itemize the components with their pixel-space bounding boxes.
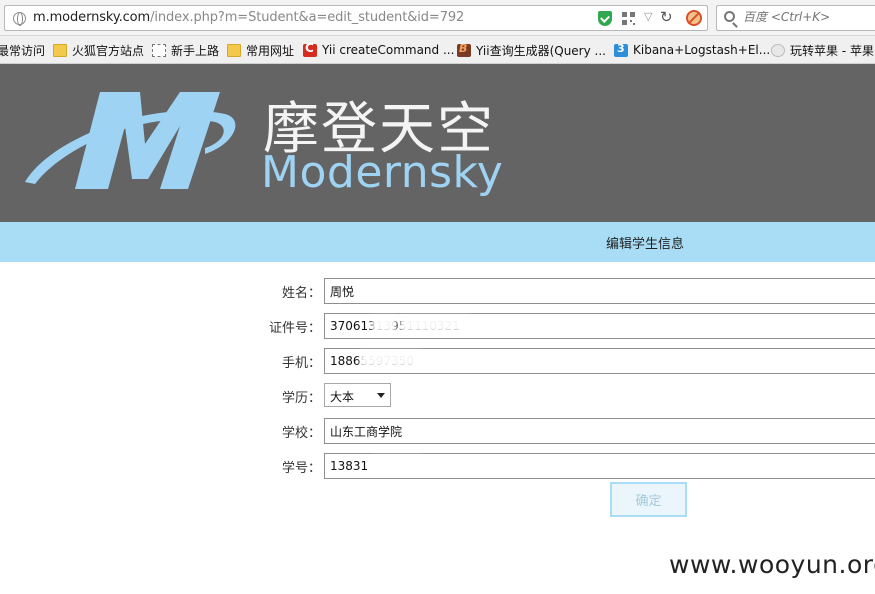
site-banner: M 摩登天空 Modernsky bbox=[0, 64, 875, 222]
education-selected-value: 大本 bbox=[330, 390, 355, 404]
yii-icon bbox=[303, 41, 317, 57]
search-input[interactable] bbox=[743, 10, 873, 24]
url-host: m.modernsky.com bbox=[33, 10, 151, 25]
bookmark-label: Yii查询生成器(Query ... bbox=[476, 43, 606, 58]
page-title: 编辑学生信息 bbox=[606, 237, 685, 252]
url-text[interactable]: m.modernsky.com/index.php?m=Student&a=ed… bbox=[33, 10, 464, 25]
bookmark-label: 新手上路 bbox=[171, 43, 220, 58]
bookmark-yii-create-command[interactable]: Yii createCommand ... bbox=[303, 41, 454, 59]
bookmark-label: 火狐官方站点 bbox=[72, 43, 145, 58]
redaction-mask bbox=[400, 316, 470, 332]
chevron-down-icon bbox=[377, 393, 385, 398]
bookmark-label: 玩转苹果 - 苹果 bbox=[790, 43, 874, 58]
redaction-mask bbox=[372, 456, 422, 472]
school-label: 学校： bbox=[281, 426, 321, 441]
folder-icon bbox=[227, 43, 241, 57]
redaction-mask bbox=[372, 316, 396, 332]
form-row-student-number: 学号： bbox=[0, 453, 875, 479]
bookmark-label: Yii createCommand ... bbox=[322, 43, 455, 57]
bookmarks-bar: 最常访问 火狐官方站点 新手上路 常用网址 Yii createCommand … bbox=[0, 36, 875, 64]
bookmark-common-sites[interactable]: 常用网址 bbox=[227, 41, 294, 59]
bookmark-label: 常用网址 bbox=[246, 43, 295, 58]
bookmark-yii-query-builder[interactable]: Yii查询生成器(Query ... bbox=[457, 41, 606, 59]
block-icon[interactable] bbox=[686, 10, 702, 26]
bookmark-label: Kibana+Logstash+El... bbox=[633, 43, 771, 57]
folder-icon bbox=[53, 43, 67, 57]
education-label: 学历： bbox=[281, 391, 321, 406]
url-path: /index.php?m=Student&a=edit_student&id=7… bbox=[150, 10, 465, 25]
school-field[interactable] bbox=[324, 418, 875, 444]
reload-icon[interactable]: ↻ bbox=[660, 8, 673, 26]
dropdown-arrow-icon[interactable]: ▽ bbox=[644, 10, 652, 23]
id-number-label: 证件号： bbox=[268, 321, 321, 336]
search-box[interactable] bbox=[716, 5, 875, 31]
b3-icon bbox=[457, 42, 471, 57]
qr-code-icon[interactable] bbox=[622, 12, 635, 25]
bookmark-getting-started[interactable]: 新手上路 bbox=[152, 41, 219, 59]
browser-window: { "browser": { "url_host": "m.modernsky.… bbox=[0, 0, 875, 594]
confirm-button[interactable]: 确定 bbox=[610, 482, 687, 517]
browser-toolbar: m.modernsky.com/index.php?m=Student&a=ed… bbox=[0, 0, 875, 36]
apple-icon bbox=[771, 43, 785, 57]
form-row-id-number: 证件号： bbox=[0, 313, 875, 339]
logo-letter: M bbox=[20, 84, 21, 85]
name-label: 姓名： bbox=[281, 286, 321, 301]
brand-name-english: Modernsky bbox=[261, 147, 504, 198]
bookmark-label: 最常访问 bbox=[0, 43, 46, 58]
phone-label: 手机： bbox=[281, 356, 321, 371]
watermark: www.wooyun.org bbox=[669, 550, 875, 579]
form-row-school: 学校： bbox=[0, 418, 875, 444]
bookmark-kibana[interactable]: Kibana+Logstash+El... bbox=[614, 41, 770, 59]
modernsky-logo[interactable]: M bbox=[20, 84, 240, 204]
education-select[interactable]: 大本 bbox=[324, 383, 391, 407]
form-row-name: 姓名： bbox=[0, 278, 875, 304]
search-icon bbox=[724, 11, 735, 22]
form-row-phone: 手机： bbox=[0, 348, 875, 374]
bookmark-apple[interactable]: 玩转苹果 - 苹果 bbox=[771, 41, 874, 59]
kibana-icon bbox=[614, 42, 628, 57]
address-bar[interactable]: m.modernsky.com/index.php?m=Student&a=ed… bbox=[4, 5, 708, 31]
name-field[interactable] bbox=[324, 278, 875, 304]
shield-icon[interactable] bbox=[598, 11, 612, 26]
page-icon bbox=[152, 43, 166, 57]
bookmark-most-visited[interactable]: 最常访问 bbox=[0, 41, 45, 59]
bookmark-firefox-official[interactable]: 火狐官方站点 bbox=[53, 41, 144, 59]
globe-icon bbox=[13, 12, 26, 26]
form-row-education: 学历： 大本 bbox=[0, 383, 875, 409]
page-title-bar: 编辑学生信息 bbox=[0, 222, 875, 262]
student-number-label: 学号： bbox=[281, 461, 321, 476]
redaction-mask bbox=[360, 351, 420, 367]
logo-letter-m bbox=[75, 92, 220, 189]
